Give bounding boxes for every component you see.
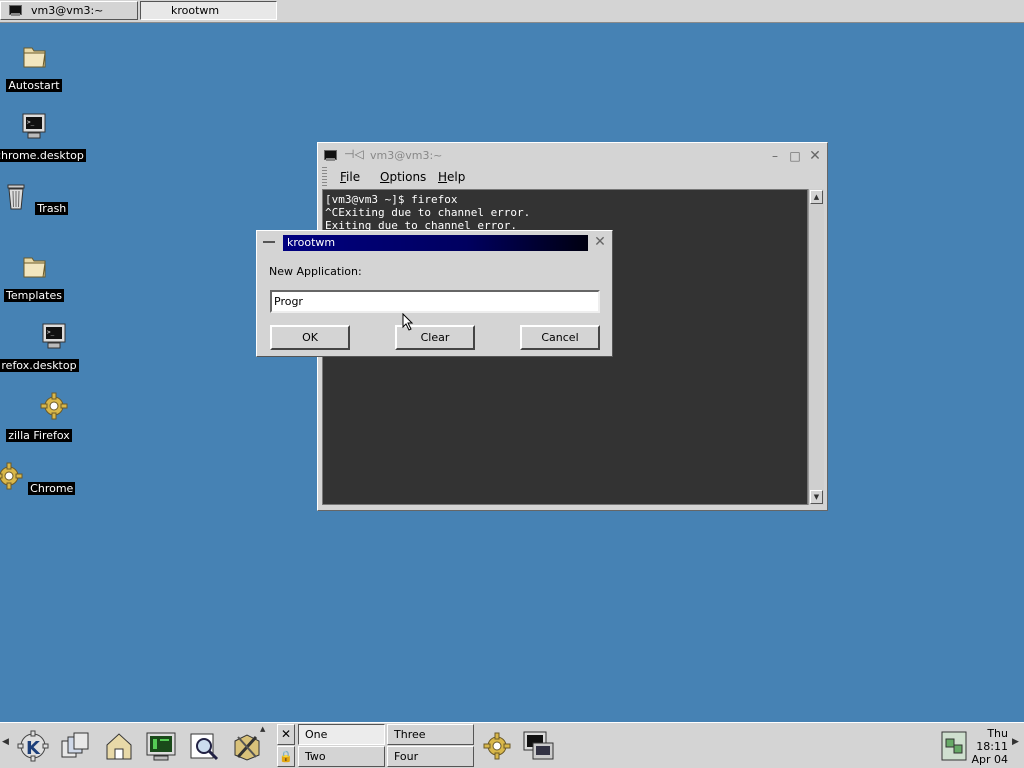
desktop-icon-label: zilla Firefox: [6, 429, 72, 442]
control-center-icon[interactable]: [230, 729, 264, 763]
desktop-icon-trash[interactable]: Trash: [0, 180, 79, 215]
desktop-icon-label: Templates: [4, 289, 64, 302]
clock-time: 18:11: [976, 740, 1008, 753]
terminal-menubar: File Options Help: [320, 167, 825, 189]
new-application-input[interactable]: [270, 290, 600, 313]
terminal-icon: [324, 150, 337, 161]
task-button-krootwm[interactable]: krootwm: [140, 1, 277, 20]
terminal-titlebar[interactable]: ⊣◁ vm3@vm3:~ – □ ✕: [320, 145, 825, 167]
lock-screen-icon[interactable]: 🔒: [277, 746, 295, 767]
terminal-line: [vm3@vm3 ~]$ firefox: [325, 193, 458, 206]
dialog-title[interactable]: krootwm: [283, 235, 588, 251]
new-application-label: New Application:: [269, 265, 362, 278]
terminal-icon: >_: [22, 113, 46, 139]
new-application-dialog[interactable]: krootwm ✕ New Application: OK Clear Canc…: [256, 230, 613, 357]
cancel-button[interactable]: Cancel: [520, 325, 600, 350]
window-list-icon[interactable]: [58, 729, 92, 763]
desktop-icon-label: Chrome: [28, 482, 76, 495]
minimize-icon[interactable]: [263, 241, 275, 243]
terminal-icon: [9, 5, 22, 16]
desktop-icon-label: refox.desktop: [0, 359, 79, 372]
terminal-scrollbar[interactable]: ▲ ▼: [808, 189, 824, 505]
find-files-icon[interactable]: [187, 729, 221, 763]
desktop-icon-mozilla-firefox[interactable]: zilla Firefox: [0, 390, 89, 442]
menu-file[interactable]: File: [340, 169, 360, 185]
desktop-icon-label: Trash: [35, 202, 69, 215]
bottom-panel: ◀ K ▲ ✕ 🔒 One Two Three Four Thu 18:11 A…: [0, 722, 1024, 768]
terminal-line: ^CExiting due to channel error.: [325, 206, 531, 219]
folder-icon: [23, 257, 46, 278]
panel-expand-arrow[interactable]: ▲: [260, 725, 265, 733]
mouse-cursor-icon: [402, 313, 414, 331]
panel-clock[interactable]: Thu 18:11 Apr 04: [968, 727, 1008, 766]
gear-icon: [40, 392, 68, 420]
svg-text:K: K: [26, 738, 41, 759]
close-button[interactable]: ✕: [808, 149, 822, 163]
trash-icon: [7, 184, 25, 210]
desktop-icon-autostart[interactable]: Autostart: [0, 40, 79, 92]
terminal-title: vm3@vm3:~: [370, 149, 443, 162]
konsole-icon[interactable]: [144, 729, 178, 763]
terminal-icon: >_: [42, 323, 66, 349]
home-folder-icon[interactable]: [102, 729, 136, 763]
k-menu-icon[interactable]: K: [16, 729, 50, 763]
menubar-handle[interactable]: [322, 167, 327, 187]
task-label: krootwm: [171, 4, 220, 17]
terminal-icon[interactable]: [521, 729, 555, 763]
gear-icon: [0, 462, 23, 490]
task-button-terminal[interactable]: vm3@vm3:~: [0, 1, 138, 20]
task-label: vm3@vm3:~: [31, 4, 104, 17]
desktop-pager-one[interactable]: One: [298, 724, 385, 745]
scroll-up-arrow[interactable]: ▲: [810, 190, 823, 204]
desktop-icon-firefox-desktop[interactable]: >_ refox.desktop: [0, 320, 89, 372]
panel-hide-right-arrow[interactable]: ▶: [1012, 737, 1019, 747]
pin-icon[interactable]: ⊣◁: [344, 147, 364, 161]
desktop-pager-two[interactable]: Two: [298, 746, 385, 767]
desktop-icon-chrome-desktop[interactable]: >_ e-chrome.desktop: [0, 110, 89, 162]
menu-help[interactable]: Help: [438, 169, 465, 185]
scroll-down-arrow[interactable]: ▼: [810, 490, 823, 504]
minimize-button[interactable]: –: [768, 149, 782, 163]
ok-button[interactable]: OK: [270, 325, 350, 350]
clock-date: Apr 04: [971, 753, 1008, 766]
close-icon[interactable]: ✕: [592, 234, 608, 250]
desktop-pager-four[interactable]: Four: [387, 746, 474, 767]
menu-options[interactable]: Options: [380, 169, 426, 185]
desktop-icon-templates[interactable]: Templates: [0, 250, 79, 302]
close-window-icon[interactable]: ✕: [277, 724, 295, 745]
panel-hide-left-arrow[interactable]: ◀: [2, 737, 9, 747]
clock-day: Thu: [987, 727, 1008, 740]
folder-icon: [23, 47, 46, 68]
desktop-icon-chrome[interactable]: Chrome: [0, 460, 79, 495]
top-taskbar: vm3@vm3:~ krootwm: [0, 0, 1024, 23]
gear-icon[interactable]: [480, 729, 514, 763]
desktop-icon-label: Autostart: [6, 79, 62, 92]
maximize-button[interactable]: □: [788, 149, 802, 163]
desktop-icon-label: e-chrome.desktop: [0, 149, 86, 162]
svg-text:>_: >_: [27, 119, 35, 126]
network-icon[interactable]: [941, 731, 967, 761]
svg-text:>_: >_: [47, 329, 55, 336]
desktop-pager-three[interactable]: Three: [387, 724, 474, 745]
